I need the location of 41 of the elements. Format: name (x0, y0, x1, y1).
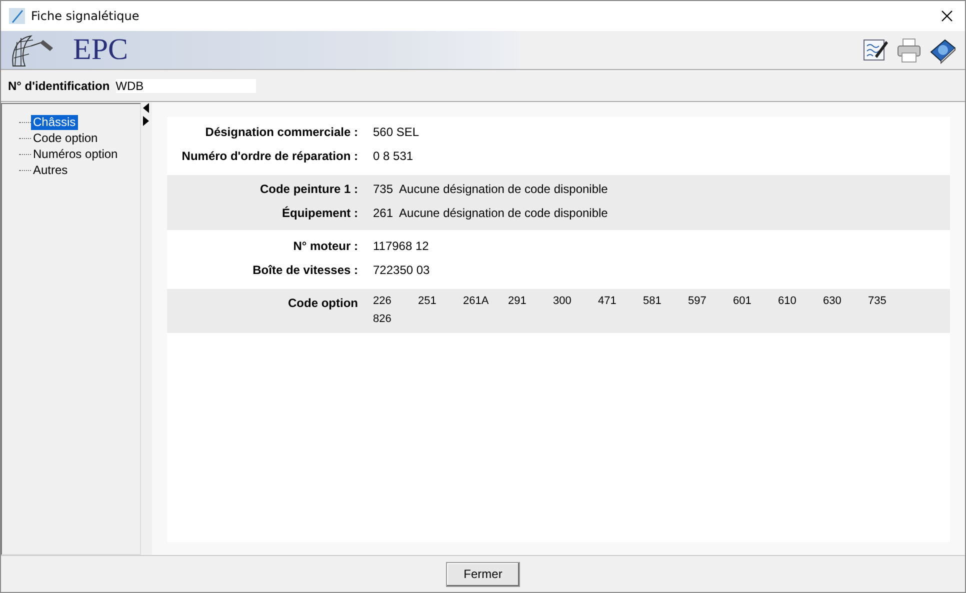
option-code: 826 (373, 312, 392, 327)
collapse-arrows-icon[interactable] (142, 103, 150, 127)
option-code: 601 (733, 294, 752, 309)
printer-icon[interactable] (895, 36, 923, 64)
code-description: Aucune désignation de code disponible (399, 205, 608, 222)
field-label: Désignation commerciale : (204, 124, 358, 141)
field-label: Code option (287, 295, 358, 312)
option-code: 610 (778, 294, 798, 309)
close-icon[interactable] (941, 10, 953, 22)
option-code: 261A (463, 294, 490, 309)
identification-label: N° d'identification (8, 78, 110, 92)
logo-text: EPC (73, 33, 128, 67)
tree-item[interactable]: Autres (31, 162, 70, 178)
field-value: 722350 03 (373, 262, 430, 279)
option-code: 300 (553, 294, 572, 309)
field-label: Code peinture 1 : (258, 181, 358, 198)
option-code: 291 (508, 294, 528, 309)
field-value: 0 8 531 (373, 148, 414, 165)
field-label: Numéro d'ordre de réparation : (180, 148, 358, 165)
option-code: 251 (418, 294, 438, 309)
window-title: Fiche signalétique (31, 9, 140, 23)
field-label: Boîte de vitesses : (252, 262, 358, 279)
code-value: 261 (373, 205, 394, 222)
option-code: 471 (598, 294, 618, 309)
option-code: 597 (688, 294, 708, 309)
identification-value: WDB (116, 78, 256, 92)
pen-icon (9, 8, 25, 24)
code-description: Aucune désignation de code disponible (399, 181, 608, 198)
tree-item[interactable]: Code option (31, 130, 100, 146)
close-button[interactable]: Fermer (446, 562, 520, 586)
tree-item[interactable]: Numéros option (31, 146, 120, 162)
field-value: 560 SEL (373, 124, 420, 141)
option-code: 735 (868, 294, 888, 309)
code-value: 735 (373, 181, 394, 198)
field-label: Équipement : (280, 205, 358, 222)
field-label: N° moteur : (292, 238, 358, 255)
option-code: 226 (373, 294, 392, 309)
option-code: 630 (823, 294, 842, 309)
field-value: 117968 12 (373, 238, 429, 255)
option-code: 581 (643, 294, 662, 309)
tree-item[interactable]: Châssis (31, 114, 78, 130)
